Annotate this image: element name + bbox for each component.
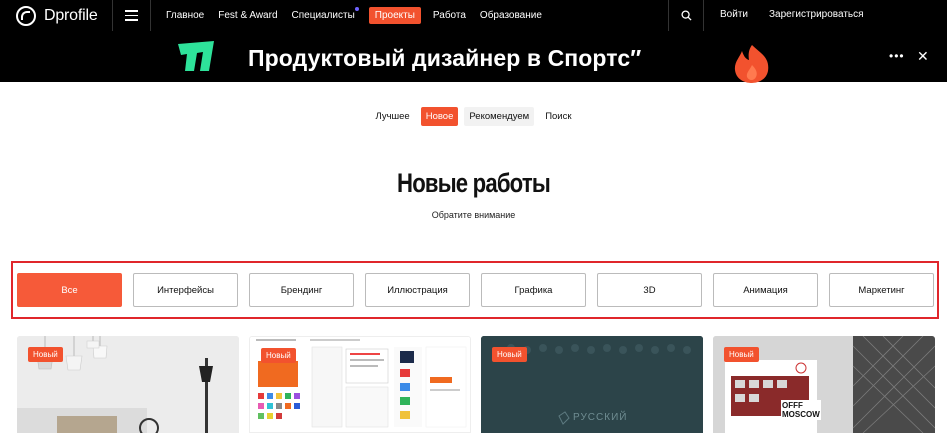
category-animation[interactable]: Анимация	[713, 273, 818, 307]
more-options-icon[interactable]: •••	[889, 50, 905, 62]
new-badge: Новый	[261, 348, 296, 363]
flame-icon	[734, 45, 769, 83]
tab-search[interactable]: Поиск	[540, 107, 576, 126]
dprofile-logo-icon	[16, 5, 36, 26]
main-nav: Главное Fest & Award Специалисты Проекты…	[151, 0, 556, 31]
nav-link-specialists[interactable]: Специалисты	[292, 7, 359, 21]
nav-link-jobs[interactable]: Работа	[433, 10, 466, 21]
notification-dot	[354, 7, 359, 11]
card-watermark: РУССКИЙ	[573, 412, 628, 423]
search-button[interactable]	[668, 0, 704, 31]
tab-new[interactable]: Новое	[420, 107, 459, 126]
promo-banner[interactable]: Продуктовый дизайнер в Спортс″ ••• ✕	[0, 31, 947, 83]
category-branding[interactable]: Брендинг	[249, 273, 354, 307]
category-3d[interactable]: 3D	[597, 273, 702, 307]
category-marketing[interactable]: Маркетинг	[829, 273, 934, 307]
poster-text: OFFF MOSCOW	[781, 400, 821, 420]
page-title: Новые работы	[397, 168, 551, 198]
project-card[interactable]: Новый OFFF MOSCOW	[713, 336, 935, 433]
sports-logo-icon	[178, 41, 214, 71]
banner-headline: Продуктовый дизайнер в Спортс″	[248, 45, 642, 71]
menu-icon[interactable]	[113, 0, 150, 31]
category-illustration[interactable]: Иллюстрация	[365, 273, 470, 307]
nav-link-fest-award[interactable]: Fest & Award	[218, 10, 277, 21]
category-graphics[interactable]: Графика	[481, 273, 586, 307]
top-navbar: Dprofile Главное Fest & Award Специалист…	[0, 0, 947, 31]
project-card[interactable]: Новый РУССКИЙ	[481, 336, 703, 433]
category-interfaces[interactable]: Интерфейсы	[133, 273, 238, 307]
tab-recommended[interactable]: Рекомендуем	[464, 107, 535, 126]
tab-best[interactable]: Лучшее	[370, 107, 414, 126]
register-link[interactable]: Зарегистрироваться	[769, 9, 864, 20]
site-logo[interactable]: Dprofile	[0, 0, 112, 31]
search-icon	[680, 10, 692, 21]
logo-text: Dprofile	[44, 6, 98, 24]
new-badge: Новый	[724, 347, 759, 362]
nav-link-education[interactable]: Образование	[480, 10, 542, 21]
nav-link-home[interactable]: Главное	[166, 10, 204, 21]
close-icon[interactable]: ✕	[917, 48, 929, 65]
new-badge: Новый	[28, 347, 63, 362]
projects-filter-tabs: Лучшее Новое Рекомендуем Поиск	[0, 107, 947, 126]
project-card[interactable]: Новый	[249, 336, 471, 433]
login-link[interactable]: Войти	[720, 9, 748, 20]
project-card[interactable]: Новый	[17, 336, 239, 433]
category-all[interactable]: Все	[17, 273, 122, 307]
page-subtitle: Обратите внимание	[431, 210, 516, 220]
new-badge: Новый	[492, 347, 527, 362]
nav-link-projects[interactable]: Проекты	[368, 7, 421, 24]
